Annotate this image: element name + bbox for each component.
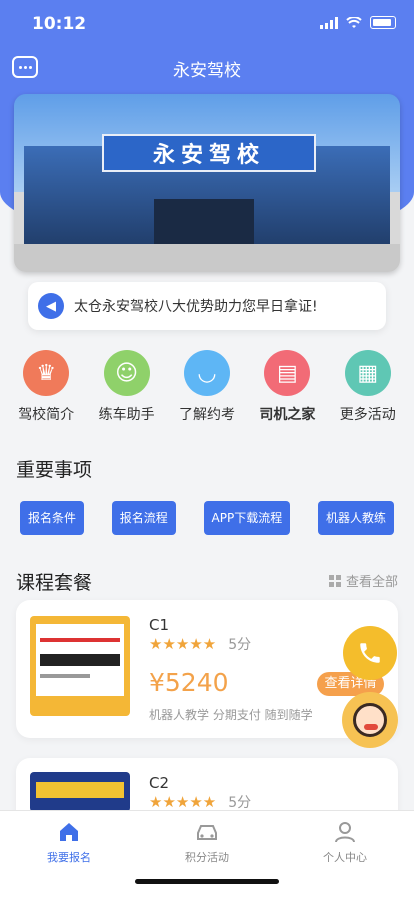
phone-icon bbox=[360, 643, 380, 663]
tab-label: 个人中心 bbox=[323, 851, 367, 864]
banner-sign: 永安驾校 bbox=[102, 134, 316, 172]
home-icon bbox=[60, 823, 78, 841]
course-rating: ★★★★★ 5分 bbox=[149, 792, 251, 812]
user-icon bbox=[335, 822, 355, 843]
quick-link-more[interactable]: ▦ 更多活动 bbox=[331, 350, 405, 424]
tab-signup[interactable]: 我要报名 bbox=[0, 819, 138, 865]
view-all-label: 查看全部 bbox=[345, 575, 398, 590]
status-icons bbox=[320, 16, 396, 29]
quick-link-practice[interactable]: ☺ 练车助手 bbox=[90, 350, 164, 424]
important-title: 重要事项 bbox=[16, 459, 93, 481]
tab-profile[interactable]: 个人中心 bbox=[276, 819, 414, 865]
tag-signup-conditions[interactable]: 报名条件 bbox=[20, 501, 85, 535]
tag-signup-process[interactable]: 报名流程 bbox=[111, 501, 176, 535]
car-icon bbox=[197, 825, 217, 840]
course-name: C2 bbox=[149, 774, 170, 792]
ground bbox=[14, 244, 400, 272]
building-door bbox=[154, 199, 254, 249]
wifi-icon bbox=[346, 16, 362, 28]
course-card-c1[interactable]: C1 ★★★★★ 5分 ¥5240 机器人教学 分期支付 随到随学 查看详情 bbox=[16, 600, 398, 738]
quick-link-driver-home[interactable]: ▤ 司机之家 bbox=[250, 350, 324, 424]
course-thumbnail bbox=[30, 772, 130, 812]
home-indicator bbox=[135, 879, 279, 884]
quick-link-intro[interactable]: ♛ 驾校简介 bbox=[9, 350, 83, 424]
quick-link-label: 更多活动 bbox=[339, 407, 396, 423]
smile-icon: ◡ bbox=[183, 350, 230, 396]
course-thumbnail bbox=[30, 616, 130, 716]
tab-label: 我要报名 bbox=[47, 851, 91, 864]
quick-link-exam[interactable]: ◡ 了解约考 bbox=[170, 350, 244, 424]
grid-icon bbox=[328, 574, 341, 587]
notice-text: 太仓永安驾校八大优势助力您早日拿证! bbox=[74, 299, 318, 315]
important-tags: 报名条件 报名流程 APP下载流程 机器人教练 bbox=[20, 501, 394, 535]
customer-service-avatar[interactable] bbox=[342, 692, 398, 748]
course-score: 5分 bbox=[228, 795, 252, 811]
quick-links: ♛ 驾校简介 ☺ 练车助手 ◡ 了解约考 ▤ 司机之家 ▦ 更多活动 bbox=[0, 350, 414, 424]
megaphone-icon: ◀ bbox=[38, 293, 64, 319]
status-bar: 10:12 bbox=[0, 0, 414, 44]
person-icon: ☺ bbox=[103, 350, 150, 396]
quick-link-label: 驾校简介 bbox=[18, 407, 75, 423]
view-all-link[interactable]: 查看全部 bbox=[328, 571, 398, 590]
tab-points[interactable]: 积分活动 bbox=[138, 819, 276, 865]
nav-bar: 永安驾校 bbox=[0, 44, 414, 92]
quick-link-label: 了解约考 bbox=[178, 407, 235, 423]
course-name: C1 bbox=[149, 616, 170, 634]
tag-robot-coach[interactable]: 机器人教练 bbox=[317, 501, 394, 535]
star-icon: ★★★★★ bbox=[149, 793, 217, 811]
call-button[interactable] bbox=[343, 626, 397, 680]
quick-link-label: 练车助手 bbox=[98, 407, 155, 423]
school-banner[interactable]: 永安驾校 bbox=[14, 94, 400, 272]
agent-face-icon bbox=[353, 703, 387, 737]
book-icon: ▤ bbox=[264, 350, 311, 396]
course-features: 机器人教学 分期支付 随到随学 bbox=[149, 708, 313, 722]
tag-app-download[interactable]: APP下载流程 bbox=[203, 501, 291, 535]
course-score: 5分 bbox=[228, 637, 252, 653]
course-rating: ★★★★★ 5分 bbox=[149, 634, 251, 654]
battery-icon bbox=[370, 16, 396, 29]
quick-link-label: 司机之家 bbox=[259, 407, 316, 423]
notice-bar[interactable]: ◀ 太仓永安驾校八大优势助力您早日拿证! bbox=[28, 282, 386, 330]
page-title: 永安驾校 bbox=[173, 61, 241, 81]
tab-label: 积分活动 bbox=[185, 851, 229, 864]
signal-icon bbox=[320, 16, 338, 29]
crown-icon: ♛ bbox=[23, 350, 70, 396]
course-price: ¥5240 bbox=[149, 668, 229, 697]
courses-title: 课程套餐 bbox=[16, 572, 93, 594]
star-icon: ★★★★★ bbox=[149, 635, 217, 653]
grid-apps-icon: ▦ bbox=[344, 350, 391, 396]
status-time: 10:12 bbox=[32, 14, 87, 34]
